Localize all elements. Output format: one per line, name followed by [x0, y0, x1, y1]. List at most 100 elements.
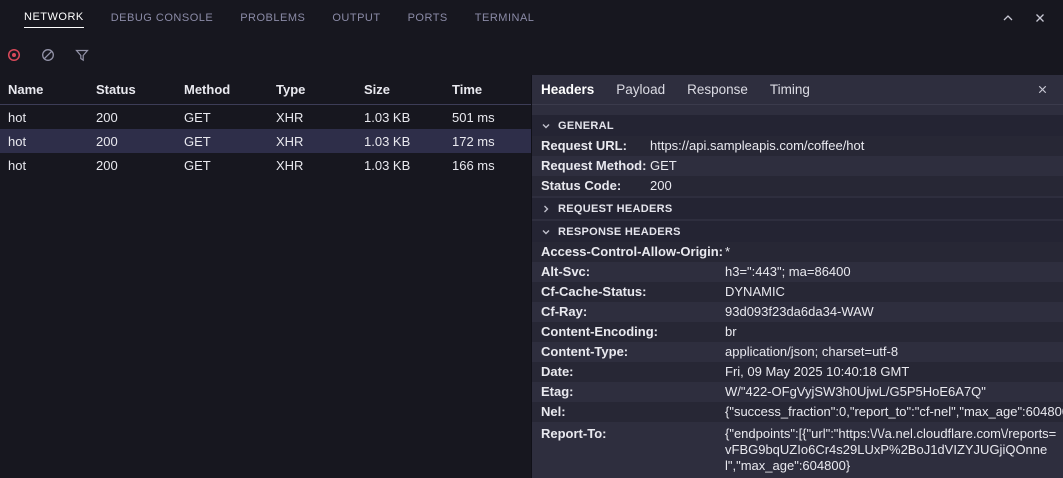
column-header-method[interactable]: Method	[176, 82, 268, 97]
header-name: Alt-Svc:	[541, 262, 725, 282]
tab-ports[interactable]: PORTS	[408, 8, 448, 28]
column-header-size[interactable]: Size	[356, 82, 444, 97]
tab-debug-console[interactable]: DEBUG CONSOLE	[111, 8, 213, 28]
cell-name: hot	[0, 110, 88, 125]
network-devtools-panel: NETWORK DEBUG CONSOLE PROBLEMS OUTPUT PO…	[0, 0, 1063, 478]
header-name: Status Code:	[541, 176, 650, 196]
header-name: Request Method:	[541, 156, 650, 176]
details-tab-bar: Headers Payload Response Timing	[532, 75, 1063, 105]
section-response-headers[interactable]: RESPONSE HEADERS	[532, 221, 1063, 242]
header-row: Alt-Svc: h3=":443"; ma=86400	[532, 262, 1063, 282]
chevron-down-icon	[540, 120, 552, 132]
header-value: br	[725, 322, 1063, 342]
clear-button[interactable]	[40, 47, 56, 63]
header-value: DYNAMIC	[725, 282, 1063, 302]
column-header-type[interactable]: Type	[268, 82, 356, 97]
close-icon[interactable]	[1029, 7, 1051, 29]
network-request-row[interactable]: hot 200 GET XHR 1.03 KB 166 ms	[0, 153, 531, 177]
filter-icon	[74, 47, 90, 63]
details-close-icon[interactable]	[1032, 79, 1053, 100]
column-header-time[interactable]: Time	[444, 82, 531, 97]
header-value: Fri, 09 May 2025 10:40:18 GMT	[725, 362, 1063, 382]
header-name: Cf-Ray:	[541, 302, 725, 322]
network-toolbar	[0, 35, 1063, 75]
cell-time: 501 ms	[444, 110, 531, 125]
header-name: Report-To:	[541, 424, 725, 444]
header-row: Nel: {"success_fraction":0,"report_to":"…	[532, 402, 1063, 422]
cell-name: hot	[0, 158, 88, 173]
cell-method: GET	[176, 110, 268, 125]
header-row: Cf-Cache-Status: DYNAMIC	[532, 282, 1063, 302]
header-row: Content-Encoding: br	[532, 322, 1063, 342]
cell-type: XHR	[268, 110, 356, 125]
tab-payload[interactable]: Payload	[616, 82, 665, 97]
header-value: GET	[650, 156, 1063, 176]
tab-problems[interactable]: PROBLEMS	[240, 8, 305, 28]
section-title: RESPONSE HEADERS	[558, 226, 681, 238]
header-value: *	[725, 242, 1063, 262]
tab-timing[interactable]: Timing	[770, 82, 810, 97]
cell-time: 172 ms	[444, 134, 531, 149]
header-row: Request Method: GET	[532, 156, 1063, 176]
header-value: 200	[650, 176, 1063, 196]
section-general[interactable]: GENERAL	[532, 115, 1063, 136]
section-title: GENERAL	[558, 120, 614, 132]
response-header-rows: Access-Control-Allow-Origin: * Alt-Svc: …	[532, 242, 1063, 478]
tab-network[interactable]: NETWORK	[24, 7, 84, 28]
cell-size: 1.03 KB	[356, 110, 444, 125]
header-name: Cf-Cache-Status:	[541, 282, 725, 302]
header-value: h3=":443"; ma=86400	[725, 262, 1063, 282]
column-header-status[interactable]: Status	[88, 82, 176, 97]
header-value: {"success_fraction":0,"report_to":"cf-ne…	[725, 402, 1063, 422]
header-name: Date:	[541, 362, 725, 382]
network-main-area: Name Status Method Type Size Time hot 20…	[0, 75, 1063, 478]
panel-tab-bar: NETWORK DEBUG CONSOLE PROBLEMS OUTPUT PO…	[0, 0, 1063, 35]
chevron-down-icon	[540, 226, 552, 238]
network-request-row[interactable]: hot 200 GET XHR 1.03 KB 501 ms	[0, 105, 531, 129]
cell-name: hot	[0, 134, 88, 149]
record-button[interactable]	[6, 47, 22, 63]
cell-method: GET	[176, 158, 268, 173]
tab-output[interactable]: OUTPUT	[332, 8, 380, 28]
cell-size: 1.03 KB	[356, 134, 444, 149]
header-value: https://api.sampleapis.com/coffee/hot	[650, 136, 1063, 156]
cell-method: GET	[176, 134, 268, 149]
header-name: Etag:	[541, 382, 725, 402]
header-row: Etag: W/"422-OFgVyjSW3h0UjwL/G5P5HoE6A7Q…	[532, 382, 1063, 402]
header-row: Cf-Ray: 93d093f23da6da34-WAW	[532, 302, 1063, 322]
header-name: Nel:	[541, 402, 725, 422]
header-row: Date: Fri, 09 May 2025 10:40:18 GMT	[532, 362, 1063, 382]
header-row: Status Code: 200	[532, 176, 1063, 196]
filter-button[interactable]	[74, 47, 90, 63]
header-row: Content-Type: application/json; charset=…	[532, 342, 1063, 362]
tab-headers[interactable]: Headers	[541, 82, 594, 97]
header-value: W/"422-OFgVyjSW3h0UjwL/G5P5HoE6A7Q"	[725, 382, 1063, 402]
header-value: {"endpoints":[{"url":"https:\/\/a.nel.cl…	[725, 424, 1063, 474]
section-request-headers[interactable]: REQUEST HEADERS	[532, 198, 1063, 219]
cell-size: 1.03 KB	[356, 158, 444, 173]
details-body: GENERAL Request URL: https://api.samplea…	[532, 105, 1063, 478]
tab-terminal[interactable]: TERMINAL	[475, 8, 535, 28]
cell-type: XHR	[268, 134, 356, 149]
cell-type: XHR	[268, 158, 356, 173]
header-name: Content-Type:	[541, 342, 725, 362]
header-value: application/json; charset=utf-8	[725, 342, 1063, 362]
general-rows: Request URL: https://api.sampleapis.com/…	[532, 136, 1063, 196]
header-name: Request URL:	[541, 136, 650, 156]
column-header-name[interactable]: Name	[0, 82, 88, 97]
record-icon	[6, 47, 22, 63]
network-request-row-selected[interactable]: hot 200 GET XHR 1.03 KB 172 ms	[0, 129, 531, 153]
block-icon	[40, 47, 56, 63]
request-details-pane: Headers Payload Response Timing GENERAL	[531, 75, 1063, 478]
header-name: Content-Encoding:	[541, 322, 725, 342]
tab-response[interactable]: Response	[687, 82, 748, 97]
header-name: Access-Control-Allow-Origin:	[541, 242, 725, 262]
header-row: Report-To: {"endpoints":[{"url":"https:\…	[532, 422, 1063, 478]
header-row: Request URL: https://api.sampleapis.com/…	[532, 136, 1063, 156]
requests-table-header: Name Status Method Type Size Time	[0, 75, 531, 105]
cell-status: 200	[88, 110, 176, 125]
chevron-up-icon[interactable]	[997, 7, 1019, 29]
panel-window-controls	[997, 7, 1063, 29]
cell-status: 200	[88, 158, 176, 173]
section-title: REQUEST HEADERS	[558, 203, 673, 215]
